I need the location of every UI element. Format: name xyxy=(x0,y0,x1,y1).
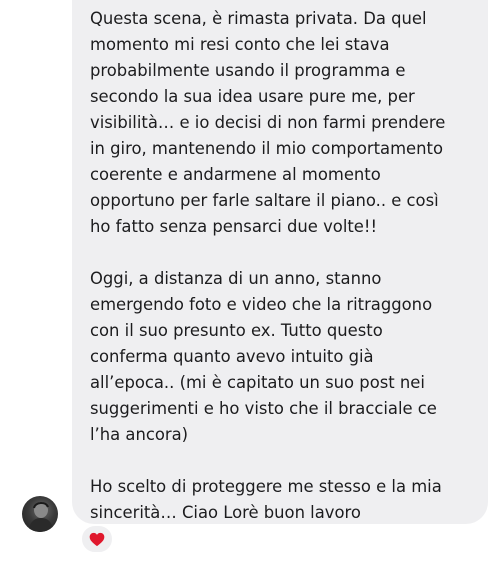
profile-photo-icon xyxy=(28,502,54,532)
message-paragraph-2: Oggi, a distanza di un anno, stanno emer… xyxy=(90,269,437,444)
message-paragraph-1: Questa scena, è rimasta privata. Da quel… xyxy=(90,9,446,236)
sender-avatar[interactable] xyxy=(22,496,58,532)
message-bubble[interactable]: Questa scena, è rimasta privata. Da quel… xyxy=(72,0,488,524)
red-heart-icon xyxy=(89,532,105,546)
message-paragraph-3: Ho scelto di proteggere me stesso e la m… xyxy=(90,477,442,522)
heart-reaction[interactable] xyxy=(80,524,114,554)
